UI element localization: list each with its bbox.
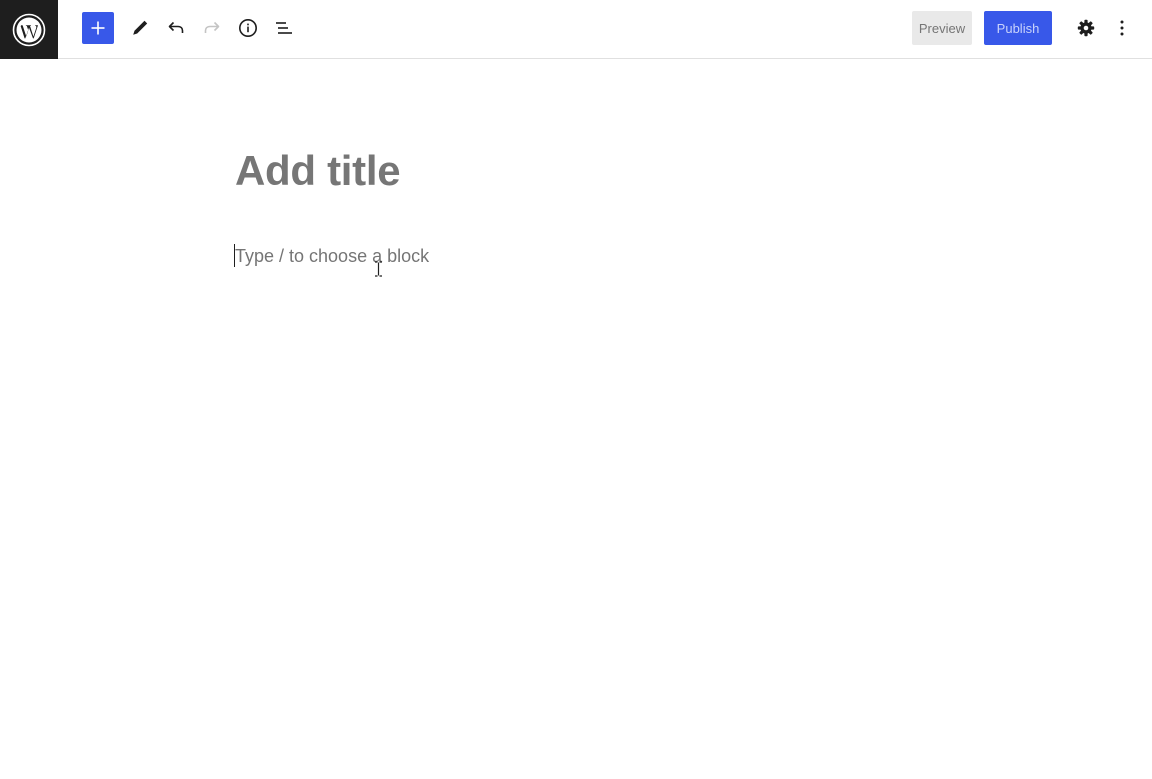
list-view-icon [276,22,292,34]
settings-button[interactable] [1070,12,1102,44]
add-block-button[interactable] [82,12,114,44]
gear-icon [1077,19,1095,37]
block-appender-placeholder[interactable]: Type / to choose a block [235,244,429,268]
preview-button[interactable]: Preview [912,11,972,45]
undo-button[interactable] [160,12,192,44]
pencil-icon [133,20,148,35]
options-button[interactable] [1106,12,1138,44]
editor-top-toolbar: Preview Publish [0,0,1152,59]
post-title-input[interactable]: Add title [235,144,401,198]
ibeam-cursor-icon [375,261,382,277]
plus-icon [91,21,105,35]
vertical-ellipsis-icon [1120,20,1124,36]
list-view-button[interactable] [268,12,300,44]
redo-button[interactable] [196,12,228,44]
redo-icon [204,21,220,33]
wordpress-logo-icon[interactable] [0,0,58,59]
info-icon [239,19,257,37]
undo-icon [168,21,184,33]
tools-button[interactable] [124,12,156,44]
details-button[interactable] [232,12,264,44]
publish-button[interactable]: Publish [984,11,1052,45]
